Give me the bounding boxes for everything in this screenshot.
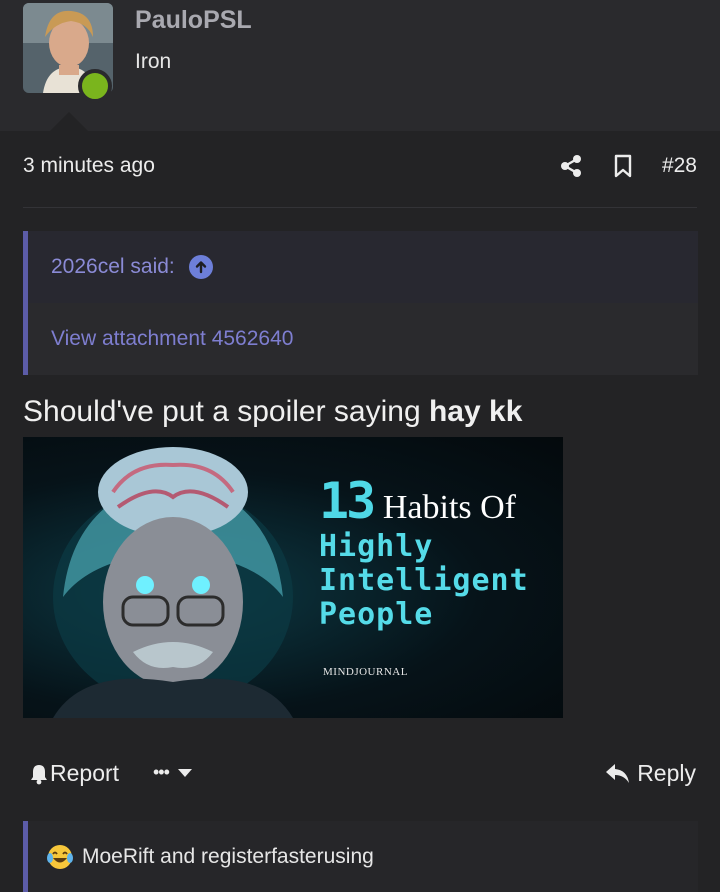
post-number-link[interactable]: #28 xyxy=(662,154,697,178)
reply-icon xyxy=(606,763,630,783)
post-meta-actions: #28 xyxy=(558,153,697,179)
image-line: Intelligent xyxy=(319,563,529,598)
reply-button[interactable]: Reply xyxy=(605,760,696,787)
message-text-normal: Should've put a spoiler saying xyxy=(23,395,429,428)
more-options-button[interactable]: ••• xyxy=(153,762,193,783)
username-link[interactable]: PauloPSL xyxy=(135,6,252,35)
quote-author-link[interactable]: 2026cel said: xyxy=(51,255,175,279)
image-line: People xyxy=(319,597,434,632)
image-headline: Habits Of xyxy=(382,489,517,526)
bookmark-icon[interactable] xyxy=(610,153,636,179)
reactions-bar[interactable]: MoeRift and registerfasterusing xyxy=(23,821,698,892)
bell-icon xyxy=(31,764,47,784)
divider xyxy=(23,207,697,208)
report-button[interactable]: Report xyxy=(28,760,119,787)
report-label: Report xyxy=(50,760,120,786)
share-icon[interactable] xyxy=(558,153,584,179)
image-line: Highly xyxy=(319,529,434,564)
post-actions: Report ••• Reply xyxy=(0,750,720,800)
quote-header: 2026cel said: xyxy=(28,231,698,303)
quote-block: 2026cel said: View attachment 4562640 xyxy=(23,231,698,375)
image-brand: MINDJOURNAL xyxy=(323,666,408,678)
image-title: 13 Habits Of Highly Intelligent People xyxy=(319,472,549,632)
chevron-down-icon xyxy=(177,768,192,777)
crying-laughing-emoji-icon xyxy=(47,844,73,869)
user-title: Iron xyxy=(135,50,172,73)
quote-attachment-link[interactable]: View attachment 4562640 xyxy=(28,303,698,375)
user-header: PauloPSL Iron xyxy=(0,0,720,131)
header-pointer xyxy=(50,112,88,131)
arrow-up-circle-icon[interactable] xyxy=(188,255,213,279)
message-text: Should've put a spoiler saying hay kk xyxy=(23,395,522,429)
post-timestamp[interactable]: 3 minutes ago xyxy=(23,154,155,178)
avatar[interactable] xyxy=(23,3,113,103)
attached-image[interactable]: 13 Habits Of Highly Intelligent People M… xyxy=(23,437,563,718)
post-meta: 3 minutes ago #28 xyxy=(0,131,720,208)
image-number: 13 xyxy=(319,472,376,530)
message-text-bold: hay kk xyxy=(428,395,523,428)
more-label: ••• xyxy=(153,762,170,782)
reaction-users-link[interactable]: MoeRift and registerfasterusing xyxy=(82,845,374,869)
einstein-illustration-icon xyxy=(53,447,293,718)
reply-label: Reply xyxy=(637,760,696,786)
online-status-indicator xyxy=(78,69,112,103)
